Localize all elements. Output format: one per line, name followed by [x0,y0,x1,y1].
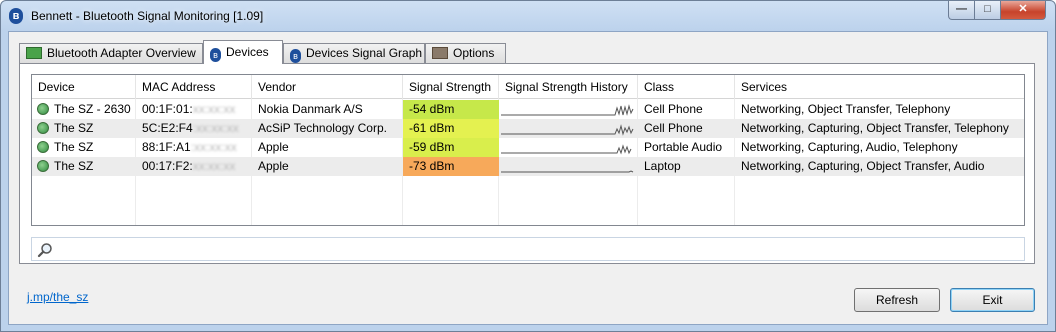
device-icon [37,160,49,172]
options-icon [432,47,448,59]
cell-services: Networking, Capturing, Object Transfer, … [741,159,985,173]
device-name: The SZ [54,121,94,135]
cell-services: Networking, Capturing, Audio, Telephony [741,140,958,154]
device-name: The SZ [54,159,94,173]
signal-history-sparkline [501,144,632,155]
cell-device: The SZ - 2630 [32,100,136,119]
table-row[interactable]: The SZ 88:1F:A1:xx:xx:xx Apple -59 dBm Porta… [32,138,1024,157]
tab-label: Devices [226,45,269,59]
minimize-button[interactable]: — [948,1,975,20]
cell-mac: 00:17:F2:xx:xx:xx [136,157,252,176]
website-link[interactable]: j.mp/the_sz [27,290,88,304]
column-header-device[interactable]: Device [32,75,136,99]
cell-class: Portable Audio [644,140,723,154]
cell-signal-strength: -73 dBm [403,157,499,176]
cell-class: Cell Phone [644,121,703,135]
column-header-class[interactable]: Class [638,75,735,99]
device-icon [37,122,49,134]
close-button[interactable]: ✕ [1000,1,1046,20]
search-box[interactable] [31,237,1025,261]
tab-label: Devices Signal Graph [306,46,423,60]
maximize-icon: □ [984,3,991,15]
cell-device: The SZ [32,157,136,176]
device-icon [37,141,49,153]
sparkline-path [501,144,632,155]
tab-devices[interactable]: ʙ Devices [203,40,283,64]
mac-address: 00:1F:01: [142,102,193,116]
tab-label: Bluetooth Adapter Overview [47,46,196,60]
cell-device: The SZ [32,119,136,138]
sparkline-path [501,104,634,116]
column-header-signal[interactable]: Signal Strength [403,75,499,99]
mac-address-redacted: :xx:xx:xx [190,140,237,154]
cell-mac: 88:1F:A1:xx:xx:xx [136,138,252,157]
exit-button[interactable]: Exit [950,288,1035,312]
mac-address: 00:17:F2: [142,159,193,173]
bluetooth-icon: ʙ [290,49,301,63]
mac-address-redacted: xx:xx:xx [192,102,236,116]
table-row[interactable]: The SZ - 2630 00:1F:01:xx:xx:xx Nokia Danm… [32,100,1024,119]
mac-address: 5C:E2:F4 [142,121,193,135]
mac-address: 88:1F:A1 [142,140,191,154]
device-name: The SZ - 2630 [54,102,131,116]
sparkline-path [501,124,634,136]
cell-mac: 00:1F:01:xx:xx:xx [136,100,252,119]
table-row[interactable]: The SZ 00:17:F2:xx:xx:xx Apple -73 dBm Lapto… [32,157,1024,176]
signal-history-sparkline [501,170,634,173]
cell-signal-strength: -61 dBm [403,119,499,138]
tab-label: Options [453,46,495,60]
tab-options[interactable]: Options [425,43,506,64]
tab-adapter-overview[interactable]: Bluetooth Adapter Overview [19,43,203,64]
cell-vendor: Apple [258,140,289,154]
bluetooth-icon: ʙ [9,8,23,24]
cell-mac: 5C:E2:F4:xx:xx:xx [136,119,252,138]
maximize-button[interactable]: □ [974,1,1001,20]
refresh-button[interactable]: Refresh [854,288,940,312]
cell-class: Cell Phone [644,102,703,116]
tab-devices-signal-graph[interactable]: ʙ Devices Signal Graph [283,43,425,64]
cell-device: The SZ [32,138,136,157]
cell-signal-strength: -54 dBm [403,100,499,119]
cell-services: Networking, Capturing, Object Transfer, … [741,121,1009,135]
cell-services: Networking, Object Transfer, Telephony [741,102,951,116]
minimize-icon: — [956,3,967,15]
search-icon [37,243,52,258]
cell-vendor: Nokia Danmark A/S [258,102,363,116]
column-header-mac[interactable]: MAC Address [136,75,252,99]
cell-signal-strength: -59 dBm [403,138,499,157]
adapter-icon [26,47,42,59]
devices-panel: Device MAC Address Vendor Signal Strengt… [19,63,1035,264]
column-header-vendor[interactable]: Vendor [252,75,403,99]
bluetooth-icon: ʙ [210,48,221,62]
window-title: Bennett - Bluetooth Signal Monitoring [1… [31,9,264,23]
signal-history-sparkline [501,124,634,136]
signal-history-sparkline [501,104,634,116]
app-window: ʙ Bennett - Bluetooth Signal Monitoring … [0,0,1056,332]
device-name: The SZ [54,140,94,154]
cell-class: Laptop [644,159,681,173]
client-area: Bluetooth Adapter Overview ʙ Devices ʙ Dev… [8,31,1048,325]
column-header-services[interactable]: Services [735,75,1024,99]
cell-vendor: Apple [258,159,289,173]
cell-vendor: AcSiP Technology Corp. [258,121,387,135]
mac-address-redacted: :xx:xx:xx [192,121,239,135]
sparkline-path [501,170,634,173]
device-icon [37,103,49,115]
mac-address-redacted: xx:xx:xx [192,159,236,173]
table-header: Device MAC Address Vendor Signal Strengt… [32,75,1024,99]
title-bar[interactable]: ʙ Bennett - Bluetooth Signal Monitoring … [1,1,1055,31]
close-icon: ✕ [1018,3,1028,15]
column-header-history[interactable]: Signal Strength History [499,75,638,99]
table-row[interactable]: The SZ 5C:E2:F4:xx:xx:xx AcSiP Technology … [32,119,1024,138]
devices-table[interactable]: Device MAC Address Vendor Signal Strengt… [31,74,1025,226]
